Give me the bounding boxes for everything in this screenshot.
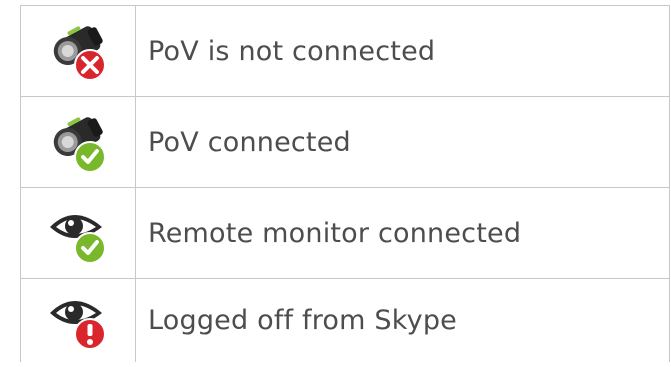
status-label: PoV connected [135,96,670,188]
status-label: Logged off from Skype [135,278,670,362]
status-row-pov-not-connected: PoV is not connected [20,5,670,97]
status-row-logged-off: Logged off from Skype [20,278,670,362]
icon-cell [20,187,136,279]
status-label: Remote monitor connected [135,187,670,279]
webcam-connected-icon [53,117,106,173]
status-legend-table: PoV is not connected PoV connected Remot… [20,5,670,362]
icon-cell [20,278,136,362]
eye-connected-icon [50,215,106,264]
status-row-remote-monitor-connected: Remote monitor connected [20,187,670,279]
icon-cell [20,96,136,188]
icon-cell [20,5,136,97]
eye-warning-icon [50,300,106,350]
status-label: PoV is not connected [135,5,670,97]
status-row-pov-connected: PoV connected [20,96,670,188]
webcam-disconnected-icon [53,26,106,81]
